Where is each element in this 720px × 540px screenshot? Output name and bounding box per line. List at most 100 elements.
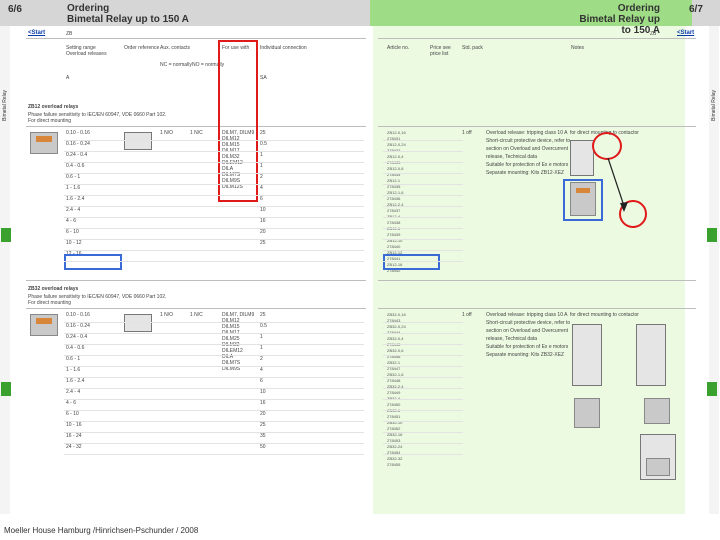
row-separator xyxy=(383,410,463,411)
row-separator xyxy=(383,333,463,334)
row-separator xyxy=(383,443,463,444)
row-separator xyxy=(383,184,463,185)
assembly-relay xyxy=(646,458,670,476)
fuse-cell: 1 xyxy=(260,334,263,340)
right-code: ZB xyxy=(650,31,657,37)
article-cell: 278439 xyxy=(387,232,401,237)
section1-desc: Phase failure sensitivity to IEC/EN 6094… xyxy=(28,112,167,124)
row-separator xyxy=(64,399,364,400)
right-thumb-icon[interactable] xyxy=(707,228,717,242)
fuse-cell: 1 xyxy=(260,345,263,351)
row-separator xyxy=(64,366,364,367)
left-title: Ordering Bimetal Relay up to 150 A xyxy=(67,3,189,25)
fuse-cell: 20 xyxy=(260,229,266,235)
right-thumb-icon-2[interactable] xyxy=(707,382,717,396)
row-separator xyxy=(383,355,463,356)
section1-std-pack: 1 off xyxy=(462,130,472,136)
section1-contacts-nc: 1 N/C xyxy=(190,130,203,136)
note-line: Overload release: tripping class 10 A xyxy=(486,130,568,136)
article-cell: ZB12-0,16 xyxy=(387,130,406,135)
row-separator xyxy=(64,151,364,152)
relay-zb32-circuit-diagram xyxy=(124,314,152,332)
article-cell: 278437 xyxy=(387,208,401,213)
row-separator xyxy=(64,195,364,196)
col-header-sa: SA xyxy=(260,75,267,81)
fuse-cell: 6 xyxy=(260,378,263,384)
left-thumb-icon-2[interactable] xyxy=(1,382,11,396)
article-cell: ZB32-1 xyxy=(387,360,401,365)
note-line: Short-circuit protective device, refer t… xyxy=(486,320,571,326)
row-separator xyxy=(64,355,364,356)
article-cell: ZB32-32 xyxy=(387,456,403,461)
range-cell: 10 - 16 xyxy=(66,422,82,428)
section2-image-caption: for direct mounting to contactor xyxy=(570,312,639,318)
highlight-relay-image xyxy=(563,179,603,221)
relay-zb12-dial xyxy=(36,136,52,142)
row-separator xyxy=(383,388,463,389)
row-separator xyxy=(383,432,463,433)
article-cell: 278451 xyxy=(387,414,401,419)
range-cell: 0.10 - 0.16 xyxy=(66,130,90,136)
section2-desc: Phase failure sensitivity to IEC/EN 6094… xyxy=(28,294,167,306)
row-separator xyxy=(383,250,463,251)
left-thumb-icon[interactable] xyxy=(1,228,11,242)
row-separator xyxy=(383,366,463,367)
row-separator xyxy=(64,377,364,378)
relay-drawing-1 xyxy=(574,398,600,428)
article-cell: ZB12-0,24 xyxy=(387,142,406,147)
note-line: Separate mounting: Kits ZB32-XEZ xyxy=(486,352,565,358)
section2-rule-left xyxy=(26,308,366,309)
fuse-cell: 35 xyxy=(260,433,266,439)
fuse-cell: 16 xyxy=(260,400,266,406)
relay-zb12-circuit-diagram xyxy=(124,132,152,150)
section1-title: ZB12 overload relays xyxy=(28,104,79,110)
range-cell: 6 - 10 xyxy=(66,411,79,417)
section1-contacts-no: 1 N/O xyxy=(160,130,174,136)
col-header-article: Article no. xyxy=(387,45,410,51)
green-column-background xyxy=(373,26,685,514)
fuse-cell: 4 xyxy=(260,185,263,191)
row-separator xyxy=(64,421,364,422)
row-separator xyxy=(383,206,463,207)
col-header-a: A xyxy=(66,75,70,81)
right-side-label: Bimetal Relay xyxy=(711,90,717,121)
row-separator xyxy=(64,140,364,141)
range-cell: 0.16 - 0.24 xyxy=(66,141,90,147)
note-line: release, Technical data xyxy=(486,154,538,160)
fuse-cell: 2 xyxy=(260,174,263,180)
row-separator xyxy=(64,344,364,345)
row-separator xyxy=(383,228,463,229)
relay-drawing-2 xyxy=(644,398,670,424)
article-cell: ZB32-0,16 xyxy=(387,312,406,317)
note-line: section on Overload and Overcurrent xyxy=(486,328,568,334)
range-cell: 6 - 10 xyxy=(66,229,79,235)
fuse-cell: 0.5 xyxy=(260,323,267,329)
col-header-price: Price see price list xyxy=(430,45,451,57)
fuse-cell: 2 xyxy=(260,356,263,362)
row-separator xyxy=(64,239,364,240)
range-cell: 0.6 - 1 xyxy=(66,174,81,180)
relay-zb32-dial xyxy=(36,318,52,324)
fuse-cell: 4 xyxy=(260,367,263,373)
range-cell: 2.4 - 4 xyxy=(66,389,81,395)
article-cell: 278438 xyxy=(387,220,401,225)
range-cell: 0.16 - 0.24 xyxy=(66,323,90,329)
row-separator xyxy=(64,388,364,389)
fuse-cell: 10 xyxy=(260,389,266,395)
left-start-link[interactable]: <Start xyxy=(28,30,45,36)
row-separator xyxy=(64,173,364,174)
left-page-number: 6/6 xyxy=(8,4,22,15)
article-cell: 278455 xyxy=(387,462,401,467)
contactor-drawing-2 xyxy=(636,324,666,386)
row-separator xyxy=(383,399,463,400)
range-cell: 1 - 1.6 xyxy=(66,367,81,373)
right-start-link[interactable]: <Start xyxy=(677,30,694,36)
article-cell: ZB32-0,24 xyxy=(387,324,406,329)
range-cell: 0.10 - 0.16 xyxy=(66,312,90,318)
contactor-drawing-1 xyxy=(572,324,602,386)
left-side-label: Bimetal Relay xyxy=(2,90,8,121)
col-header-nc: NC = normally xyxy=(160,62,192,68)
article-cell: 278440 xyxy=(387,244,401,249)
footer-text: Moeller House Hamburg /Hinrichsen-Pschun… xyxy=(4,526,199,535)
row-separator xyxy=(383,377,463,378)
